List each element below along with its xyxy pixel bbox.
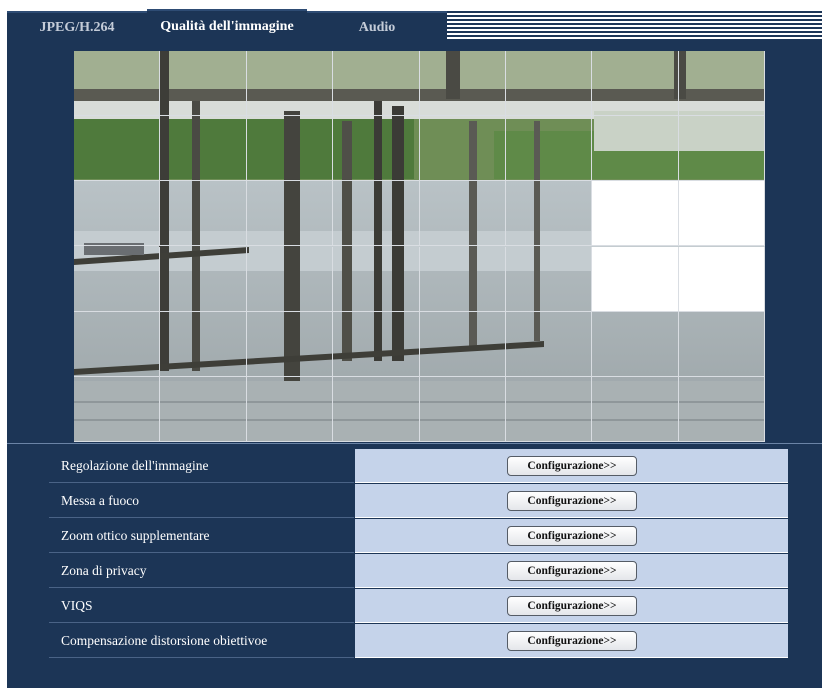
- privacy-grid-cell[interactable]: [419, 51, 506, 117]
- row-label: Compensazione distorsione obiettivoe: [49, 624, 354, 658]
- privacy-grid-cell[interactable]: [333, 181, 420, 247]
- tab-jpeg-h264[interactable]: JPEG/H.264: [7, 11, 147, 40]
- row-value: Configurazione>>: [355, 484, 788, 518]
- privacy-grid-cell[interactable]: [160, 376, 247, 442]
- privacy-grid-cell[interactable]: [74, 246, 161, 312]
- row-label: Zona di privacy: [49, 554, 354, 588]
- viqs-config-button[interactable]: Configurazione>>: [507, 596, 637, 616]
- privacy-grid-cell[interactable]: [333, 116, 420, 182]
- privacy-grid-cell[interactable]: [592, 311, 679, 377]
- lens-distortion-config-button[interactable]: Configurazione>>: [507, 631, 637, 651]
- privacy-grid-cell[interactable]: [333, 311, 420, 377]
- privacy-grid-cell[interactable]: [505, 376, 593, 442]
- focus-config-button[interactable]: Configurazione>>: [507, 491, 637, 511]
- privacy-grid-cell[interactable]: [246, 181, 334, 247]
- privacy-grid-cell[interactable]: [160, 311, 247, 377]
- privacy-grid-cell[interactable]: [74, 181, 161, 247]
- privacy-grid-cell[interactable]: [333, 246, 420, 312]
- privacy-grid-cell[interactable]: [246, 311, 334, 377]
- privacy-grid-cell[interactable]: [505, 311, 593, 377]
- privacy-grid-cell[interactable]: [505, 181, 593, 247]
- privacy-grid-cell[interactable]: [419, 181, 506, 247]
- row-label: Regolazione dell'immagine: [49, 449, 354, 483]
- row-value: Configurazione>>: [355, 449, 788, 483]
- privacy-grid-cell[interactable]: [246, 116, 334, 182]
- privacy-grid-cell-masked[interactable]: [592, 181, 679, 247]
- settings-list: Regolazione dell'immagine Configurazione…: [49, 449, 788, 659]
- privacy-grid-cell-masked[interactable]: [678, 246, 765, 312]
- privacy-grid-cell[interactable]: [333, 376, 420, 442]
- privacy-grid-cell[interactable]: [678, 311, 765, 377]
- section-divider: [7, 443, 822, 444]
- privacy-grid-cell[interactable]: [419, 116, 506, 182]
- privacy-grid-cell-masked[interactable]: [592, 246, 679, 312]
- privacy-grid-cell[interactable]: [160, 181, 247, 247]
- privacy-grid-cell[interactable]: [246, 51, 334, 117]
- extra-zoom-config-button[interactable]: Configurazione>>: [507, 526, 637, 546]
- camera-image-with-privacy-grid[interactable]: [74, 51, 765, 442]
- privacy-grid-cell[interactable]: [505, 246, 593, 312]
- privacy-grid-cell[interactable]: [419, 376, 506, 442]
- tab-image-quality[interactable]: Qualità dell'immagine: [147, 9, 307, 40]
- privacy-grid-cell[interactable]: [74, 311, 161, 377]
- privacy-grid-cell[interactable]: [505, 116, 593, 182]
- privacy-grid-cell[interactable]: [678, 376, 765, 442]
- row-value: Configurazione>>: [355, 589, 788, 623]
- privacy-grid-cell[interactable]: [592, 116, 679, 182]
- privacy-grid-cell[interactable]: [246, 246, 334, 312]
- settings-row-privacy-zone: Zona di privacy Configurazione>>: [49, 554, 788, 589]
- privacy-grid-cell[interactable]: [333, 51, 420, 117]
- settings-row-image-adjust: Regolazione dell'immagine Configurazione…: [49, 449, 788, 484]
- privacy-grid-cell[interactable]: [592, 376, 679, 442]
- privacy-grid-cell[interactable]: [678, 51, 765, 117]
- row-label: VIQS: [49, 589, 354, 623]
- row-label: Zoom ottico supplementare: [49, 519, 354, 553]
- privacy-grid-cell[interactable]: [74, 116, 161, 182]
- privacy-grid-cell[interactable]: [74, 51, 161, 117]
- privacy-grid-cell-masked[interactable]: [678, 181, 765, 247]
- settings-row-viqs: VIQS Configurazione>>: [49, 589, 788, 624]
- tab-audio[interactable]: Audio: [307, 11, 447, 40]
- privacy-grid-cell[interactable]: [419, 246, 506, 312]
- row-value: Configurazione>>: [355, 554, 788, 588]
- image-adjust-config-button[interactable]: Configurazione>>: [507, 456, 637, 476]
- privacy-grid-cell[interactable]: [160, 51, 247, 117]
- camera-setup-panel: JPEG/H.264 Qualità dell'immagine Audio R…: [7, 7, 822, 688]
- tab-bar-filler: [447, 11, 822, 40]
- row-value: Configurazione>>: [355, 519, 788, 553]
- privacy-grid-cell[interactable]: [592, 51, 679, 117]
- settings-row-focus: Messa a fuoco Configurazione>>: [49, 484, 788, 519]
- settings-row-lens-distortion: Compensazione distorsione obiettivoe Con…: [49, 624, 788, 659]
- settings-row-extra-optical-zoom: Zoom ottico supplementare Configurazione…: [49, 519, 788, 554]
- privacy-grid-cell[interactable]: [74, 376, 161, 442]
- privacy-grid-cell[interactable]: [246, 376, 334, 442]
- privacy-grid-cell[interactable]: [419, 311, 506, 377]
- row-label: Messa a fuoco: [49, 484, 354, 518]
- privacy-grid-cell[interactable]: [678, 116, 765, 182]
- row-value: Configurazione>>: [355, 624, 788, 658]
- privacy-grid-cell[interactable]: [160, 246, 247, 312]
- tab-bar: JPEG/H.264 Qualità dell'immagine Audio: [7, 7, 822, 40]
- privacy-grid-cell[interactable]: [160, 116, 247, 182]
- privacy-grid-cell[interactable]: [505, 51, 593, 117]
- privacy-zone-config-button[interactable]: Configurazione>>: [507, 561, 637, 581]
